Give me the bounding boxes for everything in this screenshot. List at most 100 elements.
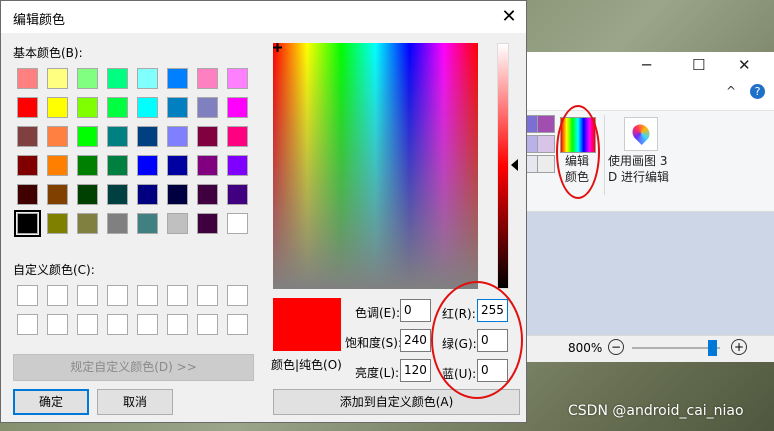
basic-color-swatch[interactable] — [17, 97, 38, 118]
basic-color-swatch[interactable] — [107, 126, 128, 147]
basic-color-swatch[interactable] — [17, 68, 38, 89]
custom-color-swatch[interactable] — [47, 285, 68, 306]
basic-color-swatch[interactable] — [77, 68, 98, 89]
basic-color-swatch[interactable] — [167, 213, 188, 234]
saturation-label: 饱和度(S): — [345, 336, 403, 350]
basic-color-swatch[interactable] — [227, 213, 248, 234]
crosshair-icon — [273, 43, 282, 52]
color-preview — [273, 298, 341, 351]
cancel-button[interactable]: 取消 — [97, 389, 173, 415]
palette-swatch[interactable] — [537, 115, 555, 133]
basic-color-swatch[interactable] — [137, 97, 158, 118]
basic-color-swatch[interactable] — [197, 213, 218, 234]
custom-color-swatch[interactable] — [167, 314, 188, 335]
basic-colors-label: 基本颜色(B): — [13, 46, 83, 60]
basic-color-swatch[interactable] — [197, 68, 218, 89]
basic-color-swatch[interactable] — [107, 184, 128, 205]
basic-color-swatch[interactable] — [14, 210, 41, 237]
zoom-in-icon[interactable]: + — [731, 339, 747, 355]
custom-color-swatch[interactable] — [227, 285, 248, 306]
basic-color-swatch[interactable] — [227, 97, 248, 118]
basic-color-swatch[interactable] — [17, 184, 38, 205]
basic-color-swatch[interactable] — [47, 126, 68, 147]
basic-color-swatch[interactable] — [47, 97, 68, 118]
zoom-out-icon[interactable]: − — [608, 339, 624, 355]
basic-color-swatch[interactable] — [47, 68, 68, 89]
zoom-slider-thumb[interactable] — [708, 340, 717, 356]
dialog-title: 编辑颜色 — [13, 13, 66, 28]
close-button[interactable]: ✕ — [738, 56, 751, 74]
luminance-bar[interactable] — [497, 43, 509, 289]
status-bar: 800% − + — [520, 335, 774, 362]
basic-color-swatch[interactable] — [47, 213, 68, 234]
custom-color-swatch[interactable] — [77, 285, 98, 306]
basic-color-swatch[interactable] — [227, 155, 248, 176]
zoom-slider[interactable] — [632, 347, 720, 349]
preview-label: 颜色|纯色(O) — [271, 358, 342, 372]
custom-color-swatch[interactable] — [17, 285, 38, 306]
basic-color-swatch[interactable] — [47, 155, 68, 176]
luminance-input[interactable]: 120 — [400, 359, 431, 382]
custom-color-swatch[interactable] — [197, 285, 218, 306]
ribbon-divider — [604, 115, 605, 195]
basic-color-swatch[interactable] — [107, 97, 128, 118]
basic-color-swatch[interactable] — [17, 126, 38, 147]
luminance-arrow-icon[interactable] — [511, 159, 518, 171]
basic-color-swatch[interactable] — [167, 68, 188, 89]
custom-color-swatch[interactable] — [47, 314, 68, 335]
basic-color-swatch[interactable] — [137, 126, 158, 147]
maximize-button[interactable]: ☐ — [692, 56, 705, 74]
saturation-input[interactable]: 240 — [400, 329, 431, 352]
basic-color-swatch[interactable] — [77, 97, 98, 118]
custom-color-swatch[interactable] — [107, 314, 128, 335]
basic-color-swatch[interactable] — [137, 184, 158, 205]
basic-color-swatch[interactable] — [107, 68, 128, 89]
basic-color-swatch[interactable] — [47, 184, 68, 205]
basic-color-swatch[interactable] — [197, 155, 218, 176]
basic-color-swatch[interactable] — [137, 213, 158, 234]
annotation-circle — [431, 281, 523, 399]
paint3d-icon[interactable] — [624, 117, 658, 151]
basic-color-swatch[interactable] — [197, 184, 218, 205]
canvas-area[interactable] — [520, 212, 774, 336]
custom-color-swatch[interactable] — [17, 314, 38, 335]
custom-color-swatch[interactable] — [197, 314, 218, 335]
custom-color-swatch[interactable] — [107, 285, 128, 306]
ribbon-collapse-icon[interactable]: ^ — [726, 84, 736, 98]
basic-color-swatch[interactable] — [167, 184, 188, 205]
ok-button[interactable]: 确定 — [13, 389, 89, 415]
annotation-circle — [556, 105, 600, 199]
palette-swatch[interactable] — [537, 155, 555, 173]
dialog-titlebar: 编辑颜色 ✕ — [1, 1, 526, 33]
basic-color-swatch[interactable] — [167, 155, 188, 176]
basic-color-swatch[interactable] — [137, 68, 158, 89]
palette-swatch[interactable] — [537, 135, 555, 153]
custom-color-swatch[interactable] — [227, 314, 248, 335]
basic-color-swatch[interactable] — [197, 126, 218, 147]
custom-color-swatch[interactable] — [77, 314, 98, 335]
hue-input[interactable]: 0 — [400, 299, 431, 322]
basic-color-swatch[interactable] — [197, 97, 218, 118]
define-custom-colors-button[interactable]: 规定自定义颜色(D) >> — [13, 354, 254, 381]
basic-color-swatch[interactable] — [17, 155, 38, 176]
custom-color-swatch[interactable] — [137, 285, 158, 306]
basic-color-swatch[interactable] — [107, 155, 128, 176]
custom-color-swatch[interactable] — [167, 285, 188, 306]
basic-color-swatch[interactable] — [227, 126, 248, 147]
basic-color-swatch[interactable] — [77, 184, 98, 205]
basic-color-swatch[interactable] — [77, 155, 98, 176]
basic-color-swatch[interactable] — [77, 213, 98, 234]
basic-color-swatch[interactable] — [77, 126, 98, 147]
basic-color-swatch[interactable] — [227, 184, 248, 205]
basic-color-swatch[interactable] — [167, 126, 188, 147]
basic-color-swatch[interactable] — [167, 97, 188, 118]
minimize-button[interactable]: ─ — [642, 56, 651, 74]
basic-color-swatch[interactable] — [107, 213, 128, 234]
basic-color-swatch[interactable] — [137, 155, 158, 176]
paint-window: ─ ☐ ✕ ^ ? 编辑 颜色 使用画图 3 D 进行编辑 800% − + — [520, 52, 774, 362]
help-icon[interactable]: ? — [750, 84, 765, 99]
close-icon[interactable]: ✕ — [498, 7, 520, 27]
custom-color-swatch[interactable] — [137, 314, 158, 335]
basic-color-swatch[interactable] — [227, 68, 248, 89]
color-spectrum[interactable] — [273, 43, 478, 289]
